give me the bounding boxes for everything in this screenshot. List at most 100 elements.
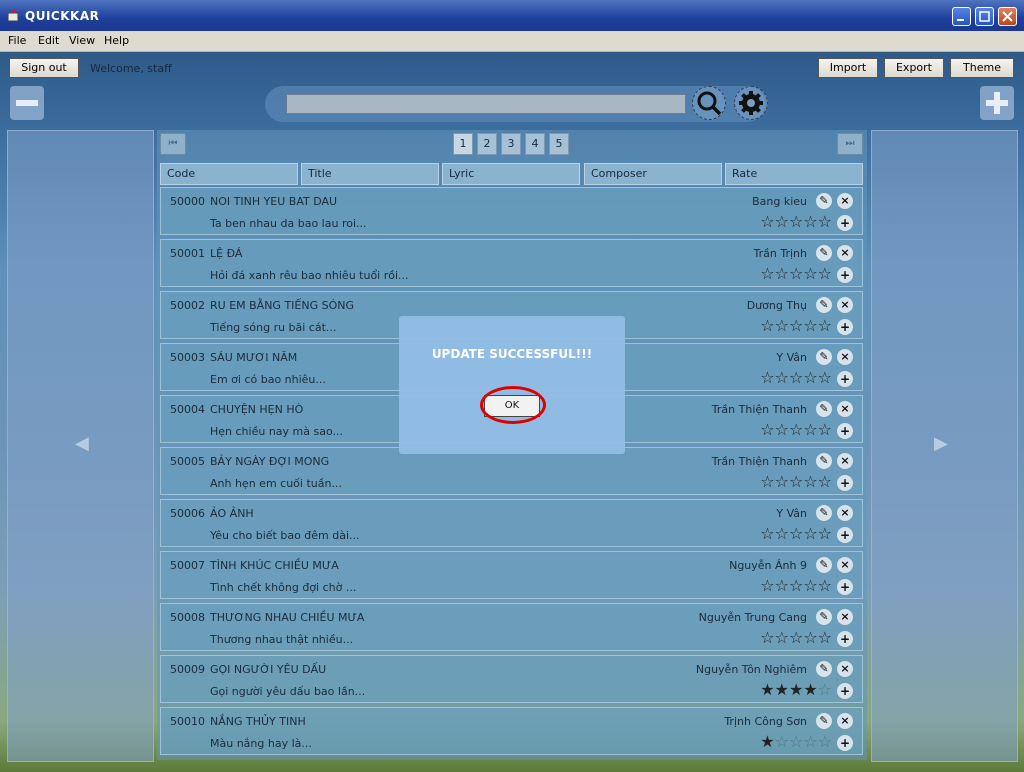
column-lyric[interactable]: Lyric bbox=[442, 163, 580, 185]
search-button[interactable] bbox=[692, 86, 726, 120]
rating-stars[interactable]: ☆☆☆☆☆ bbox=[760, 316, 832, 335]
column-rate[interactable]: Rate bbox=[725, 163, 863, 185]
star-empty-icon[interactable]: ☆ bbox=[775, 212, 789, 231]
add-icon[interactable]: + bbox=[837, 683, 853, 699]
import-button[interactable]: Import bbox=[818, 58, 878, 78]
page-1-button[interactable]: 1 bbox=[453, 133, 473, 155]
next-arrow-icon[interactable]: ▶ bbox=[934, 433, 948, 454]
star-empty-icon[interactable]: ☆ bbox=[818, 264, 832, 283]
delete-icon[interactable]: × bbox=[837, 609, 853, 625]
add-icon[interactable]: + bbox=[837, 579, 853, 595]
minimize-button[interactable] bbox=[952, 7, 971, 26]
star-empty-icon[interactable]: ☆ bbox=[818, 524, 832, 543]
edit-icon[interactable]: ✎ bbox=[816, 661, 832, 677]
search-input[interactable] bbox=[286, 94, 686, 114]
delete-icon[interactable]: × bbox=[837, 661, 853, 677]
song-row[interactable]: 50001 LỆ ĐÁ Hỏi đá xanh rêu bao nhiêu tuổi… bbox=[160, 239, 863, 287]
star-empty-icon[interactable]: ☆ bbox=[775, 316, 789, 335]
edit-icon[interactable]: ✎ bbox=[816, 609, 832, 625]
star-filled-icon[interactable]: ★ bbox=[760, 732, 774, 751]
add-icon[interactable]: + bbox=[837, 631, 853, 647]
song-row[interactable]: 50010 NẮNG THỦY TINH Màu nắng hay là... Trị… bbox=[160, 707, 863, 755]
rating-stars[interactable]: ☆☆☆☆☆ bbox=[760, 576, 832, 595]
star-empty-icon[interactable]: ☆ bbox=[789, 628, 803, 647]
star-empty-icon[interactable]: ☆ bbox=[803, 732, 817, 751]
delete-icon[interactable]: × bbox=[837, 453, 853, 469]
star-empty-icon[interactable]: ☆ bbox=[789, 732, 803, 751]
sign-out-button[interactable]: Sign out bbox=[9, 58, 79, 78]
first-page-button[interactable]: ⏮ bbox=[160, 133, 186, 155]
rating-stars[interactable]: ☆☆☆☆☆ bbox=[760, 524, 832, 543]
song-row[interactable]: 50005 BẢY NGÀY ĐỢI MONG Anh hẹn em cuối tu… bbox=[160, 447, 863, 495]
star-empty-icon[interactable]: ☆ bbox=[775, 576, 789, 595]
song-row[interactable]: 50006 ẢO ẢNH Yêu cho biết bao đêm dài... Y … bbox=[160, 499, 863, 547]
star-empty-icon[interactable]: ☆ bbox=[760, 472, 774, 491]
star-empty-icon[interactable]: ☆ bbox=[818, 316, 832, 335]
star-filled-icon[interactable]: ★ bbox=[775, 680, 789, 699]
last-page-button[interactable]: ⏭ bbox=[837, 133, 863, 155]
star-empty-icon[interactable]: ☆ bbox=[775, 264, 789, 283]
delete-icon[interactable]: × bbox=[837, 349, 853, 365]
page-3-button[interactable]: 3 bbox=[501, 133, 521, 155]
column-code[interactable]: Code bbox=[160, 163, 298, 185]
add-song-button[interactable] bbox=[980, 86, 1014, 120]
star-empty-icon[interactable]: ☆ bbox=[789, 368, 803, 387]
add-icon[interactable]: + bbox=[837, 215, 853, 231]
delete-icon[interactable]: × bbox=[837, 557, 853, 573]
star-empty-icon[interactable]: ☆ bbox=[803, 524, 817, 543]
star-empty-icon[interactable]: ☆ bbox=[760, 212, 774, 231]
star-empty-icon[interactable]: ☆ bbox=[760, 368, 774, 387]
star-empty-icon[interactable]: ☆ bbox=[818, 576, 832, 595]
add-icon[interactable]: + bbox=[837, 423, 853, 439]
edit-icon[interactable]: ✎ bbox=[816, 557, 832, 573]
page-4-button[interactable]: 4 bbox=[525, 133, 545, 155]
star-empty-icon[interactable]: ☆ bbox=[818, 472, 832, 491]
star-empty-icon[interactable]: ☆ bbox=[789, 420, 803, 439]
add-icon[interactable]: + bbox=[837, 319, 853, 335]
remove-button[interactable] bbox=[10, 86, 44, 120]
rating-stars[interactable]: ★★★★☆ bbox=[760, 680, 832, 699]
settings-button[interactable] bbox=[734, 86, 768, 120]
column-composer[interactable]: Composer bbox=[584, 163, 722, 185]
page-2-button[interactable]: 2 bbox=[477, 133, 497, 155]
theme-button[interactable]: Theme bbox=[950, 58, 1014, 78]
star-empty-icon[interactable]: ☆ bbox=[818, 628, 832, 647]
maximize-button[interactable] bbox=[975, 7, 994, 26]
star-empty-icon[interactable]: ☆ bbox=[775, 732, 789, 751]
menu-help[interactable]: Help bbox=[104, 34, 129, 47]
star-empty-icon[interactable]: ☆ bbox=[789, 524, 803, 543]
delete-icon[interactable]: × bbox=[837, 505, 853, 521]
star-empty-icon[interactable]: ☆ bbox=[818, 212, 832, 231]
star-empty-icon[interactable]: ☆ bbox=[818, 732, 832, 751]
add-icon[interactable]: + bbox=[837, 475, 853, 491]
star-empty-icon[interactable]: ☆ bbox=[760, 524, 774, 543]
add-icon[interactable]: + bbox=[837, 267, 853, 283]
star-empty-icon[interactable]: ☆ bbox=[789, 264, 803, 283]
close-button[interactable] bbox=[998, 7, 1017, 26]
page-5-button[interactable]: 5 bbox=[549, 133, 569, 155]
song-row[interactable]: 50009 GỌI NGƯỜI YÊU DẤU Gọi người yêu dấu … bbox=[160, 655, 863, 703]
star-empty-icon[interactable]: ☆ bbox=[818, 680, 832, 699]
star-empty-icon[interactable]: ☆ bbox=[760, 628, 774, 647]
star-empty-icon[interactable]: ☆ bbox=[818, 368, 832, 387]
star-empty-icon[interactable]: ☆ bbox=[760, 576, 774, 595]
star-empty-icon[interactable]: ☆ bbox=[760, 316, 774, 335]
star-empty-icon[interactable]: ☆ bbox=[775, 628, 789, 647]
edit-icon[interactable]: ✎ bbox=[816, 401, 832, 417]
star-empty-icon[interactable]: ☆ bbox=[803, 212, 817, 231]
edit-icon[interactable]: ✎ bbox=[816, 193, 832, 209]
edit-icon[interactable]: ✎ bbox=[816, 505, 832, 521]
edit-icon[interactable]: ✎ bbox=[816, 713, 832, 729]
rating-stars[interactable]: ☆☆☆☆☆ bbox=[760, 264, 832, 283]
star-empty-icon[interactable]: ☆ bbox=[760, 420, 774, 439]
rating-stars[interactable]: ★☆☆☆☆ bbox=[760, 732, 832, 751]
star-empty-icon[interactable]: ☆ bbox=[803, 368, 817, 387]
edit-icon[interactable]: ✎ bbox=[816, 245, 832, 261]
prev-arrow-icon[interactable]: ◀ bbox=[75, 433, 89, 454]
rating-stars[interactable]: ☆☆☆☆☆ bbox=[760, 628, 832, 647]
delete-icon[interactable]: × bbox=[837, 713, 853, 729]
menu-view[interactable]: View bbox=[69, 34, 95, 47]
edit-icon[interactable]: ✎ bbox=[816, 297, 832, 313]
song-row[interactable]: 50008 THƯƠNG NHAU CHIỀU MƯA Thương nhau th… bbox=[160, 603, 863, 651]
edit-icon[interactable]: ✎ bbox=[816, 349, 832, 365]
